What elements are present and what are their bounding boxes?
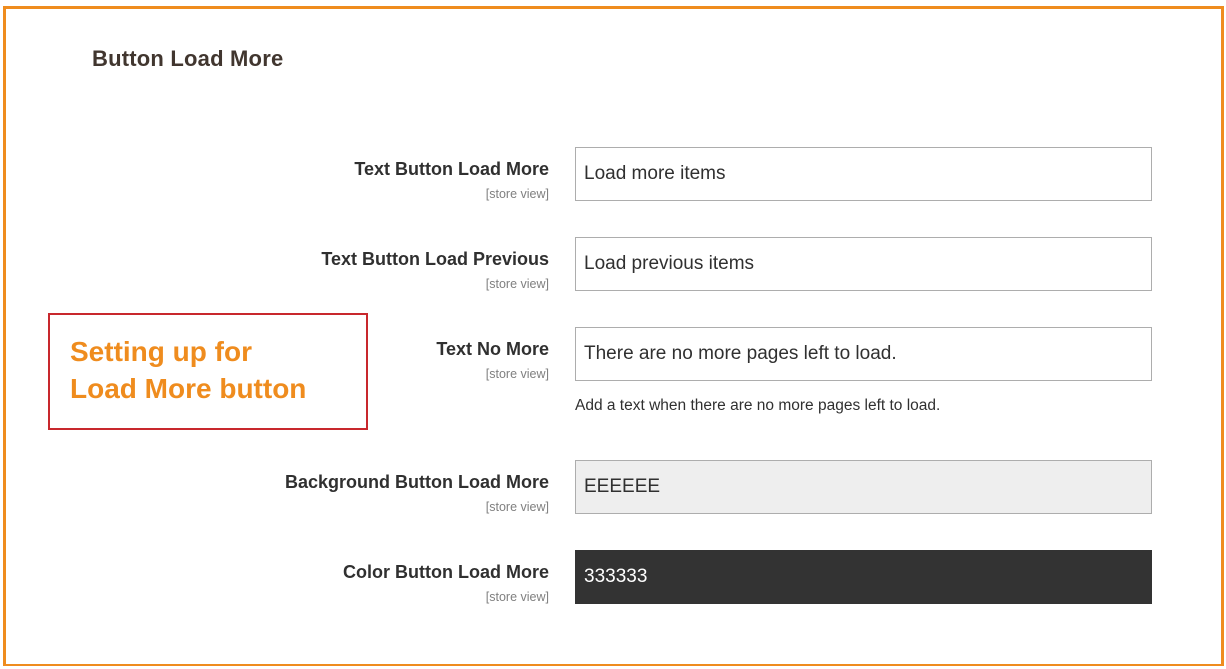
text-color-input[interactable] xyxy=(575,550,1152,604)
text-button-load-previous-input[interactable] xyxy=(575,237,1152,291)
field-row-text-button-load-previous: Text Button Load Previous [store view] xyxy=(0,237,1226,297)
store-view-scope: [store view] xyxy=(485,367,549,381)
callout-line-1: Setting up for xyxy=(70,336,252,367)
field-label: Background Button Load More xyxy=(285,472,549,492)
section-title: Button Load More xyxy=(92,46,284,71)
text-button-load-more-input[interactable] xyxy=(575,147,1152,201)
field-row-text-button-load-more: Text Button Load More [store view] xyxy=(0,147,1226,207)
field-label: Text Button Load Previous xyxy=(321,249,549,269)
field-row-color-button-load-more: Color Button Load More [store view] xyxy=(0,550,1226,610)
annotation-callout: Setting up for Load More button xyxy=(48,313,368,430)
callout-line-2: Load More button xyxy=(70,373,307,404)
field-note: Add a text when there are no more pages … xyxy=(575,397,941,414)
store-view-scope: [store view] xyxy=(485,500,549,514)
field-label: Text No More xyxy=(436,339,549,359)
text-no-more-input[interactable] xyxy=(575,327,1152,381)
field-row-background-button-load-more: Background Button Load More [store view] xyxy=(0,460,1226,520)
background-color-input[interactable] xyxy=(575,460,1152,514)
store-view-scope: [store view] xyxy=(485,590,549,604)
field-label: Color Button Load More xyxy=(343,562,549,582)
store-view-scope: [store view] xyxy=(485,187,549,201)
field-label: Text Button Load More xyxy=(354,159,549,179)
store-view-scope: [store view] xyxy=(485,277,549,291)
